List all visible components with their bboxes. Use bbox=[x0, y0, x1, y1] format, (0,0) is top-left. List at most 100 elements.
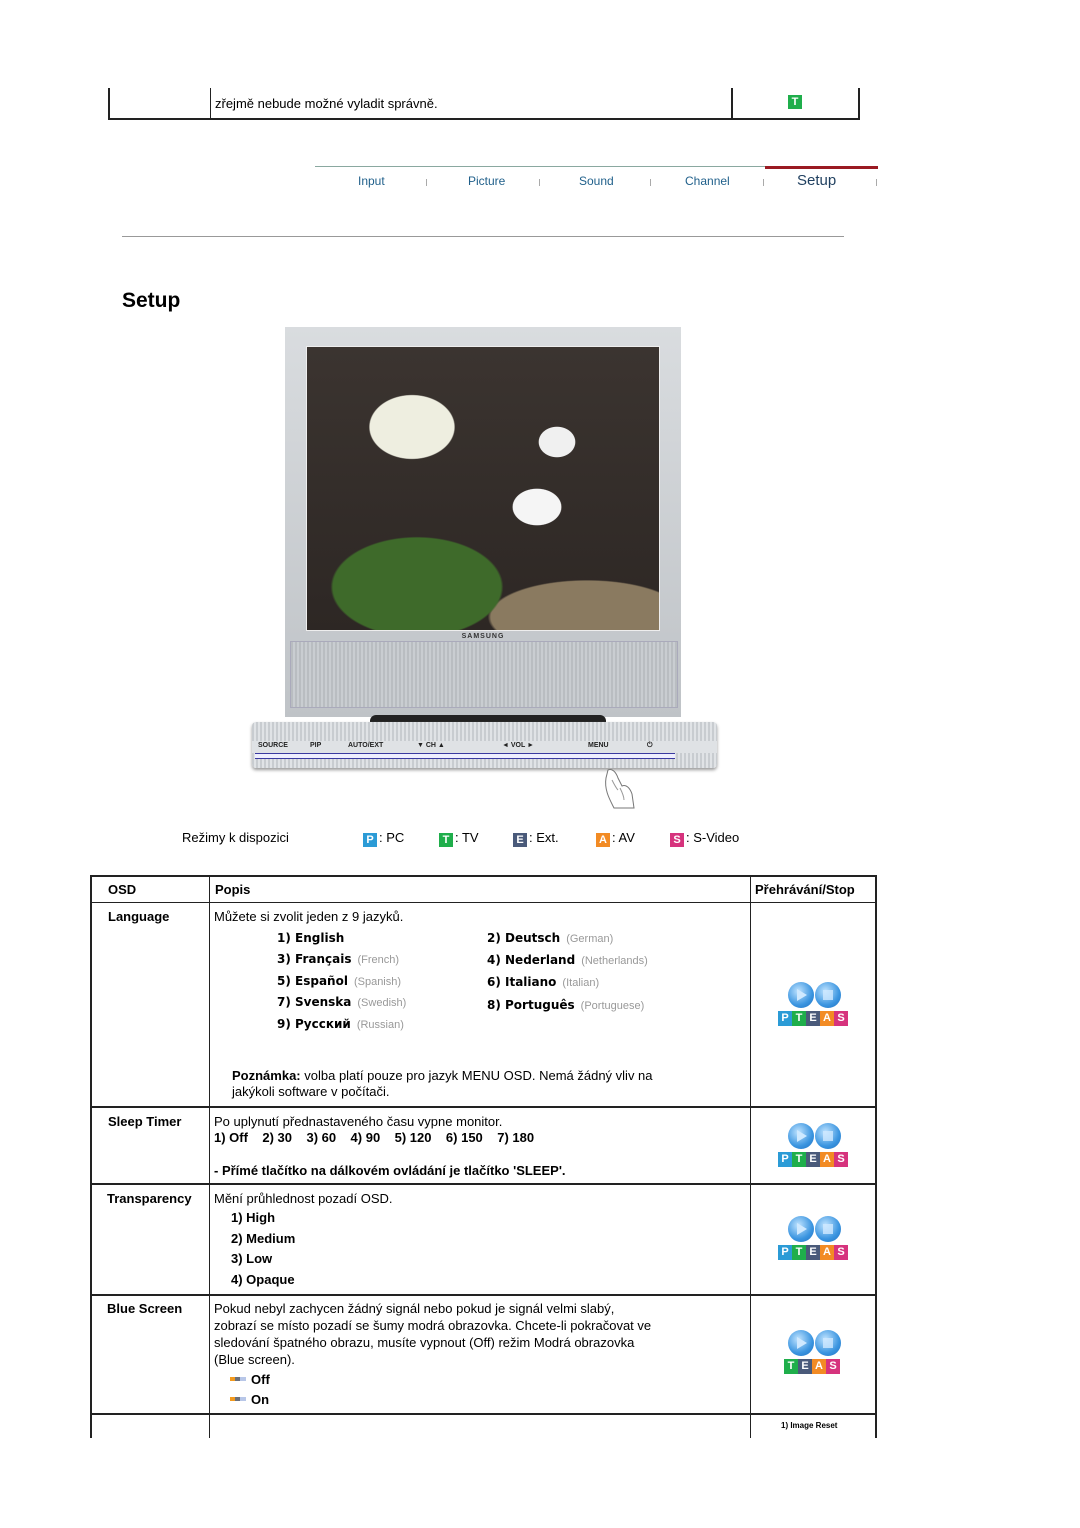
blue-screen-desc: (Blue screen). bbox=[214, 1352, 295, 1367]
header-osd: OSD bbox=[108, 882, 137, 897]
language-option: 5) Español (Spanish) bbox=[277, 974, 402, 988]
tab-picture[interactable]: Picture bbox=[468, 174, 505, 188]
language-note: Poznámka: volba platí pouze pro jazyk ME… bbox=[232, 1068, 653, 1083]
sleep-timer-options: 1) Off 2) 30 3) 60 4) 90 5) 120 6) 150 7… bbox=[214, 1130, 535, 1145]
previous-table-row: zřejmě nebude možné vyladit správně. T bbox=[108, 88, 860, 120]
transparency-option: 1) High bbox=[231, 1210, 276, 1225]
stop-icon[interactable] bbox=[815, 1123, 841, 1149]
pc-mode-icon: P bbox=[778, 1011, 792, 1026]
transparency-option: 3) Low bbox=[231, 1251, 273, 1266]
play-stop-pteas[interactable]: P T E A S bbox=[778, 1216, 850, 1266]
mode-av: A: AV bbox=[596, 830, 635, 847]
play-icon[interactable] bbox=[788, 1330, 814, 1356]
mode-tv: T: TV bbox=[439, 830, 479, 847]
language-option: 9) Русский (Russian) bbox=[277, 1017, 404, 1031]
stop-icon[interactable] bbox=[815, 1330, 841, 1356]
svideo-mode-icon: S bbox=[834, 1011, 848, 1026]
osd-sleep-timer: Sleep Timer bbox=[108, 1114, 182, 1129]
control-panel-image: SOURCE PIP AUTO/EXT ▼ CH ▲ ◄ VOL ► MENU … bbox=[252, 722, 717, 768]
panel-label-pip: PIP bbox=[310, 742, 322, 749]
play-icon[interactable] bbox=[788, 982, 814, 1008]
av-mode-icon: A bbox=[820, 1011, 834, 1026]
svideo-mode-icon: S bbox=[670, 833, 684, 847]
nav-top-line bbox=[315, 166, 765, 167]
transparency-option: 2) Medium bbox=[231, 1231, 296, 1246]
speaker-grille bbox=[290, 641, 678, 708]
pc-mode-icon: P bbox=[363, 833, 377, 847]
stop-icon[interactable] bbox=[815, 982, 841, 1008]
divider bbox=[122, 236, 844, 237]
panel-label-auto-ext: AUTO/EXT bbox=[348, 742, 384, 749]
header-play-stop: Přehrávání/Stop bbox=[755, 882, 855, 897]
tab-channel[interactable]: Channel bbox=[685, 174, 730, 188]
bullet-icon bbox=[230, 1397, 246, 1401]
monitor-image: SAMSUNG bbox=[285, 327, 681, 717]
image-reset-footnote: 1) Image Reset bbox=[781, 1421, 838, 1430]
brand-logo: SAMSUNG bbox=[461, 633, 505, 640]
sleep-timer-hint: - Přímé tlačítko na dálkovém ovládání je… bbox=[214, 1163, 566, 1178]
nav-active-indicator bbox=[765, 166, 878, 169]
power-icon: ⏻ bbox=[647, 742, 653, 749]
stop-icon[interactable] bbox=[815, 1216, 841, 1242]
svideo-mode-icon: S bbox=[834, 1152, 848, 1167]
tab-sound[interactable]: Sound bbox=[579, 174, 614, 188]
ext-mode-icon: E bbox=[806, 1245, 820, 1260]
nav-separator bbox=[763, 179, 764, 186]
previous-modes-cell: T bbox=[733, 88, 856, 118]
play-stop-pteas[interactable]: P T E A S bbox=[778, 1123, 850, 1173]
nav-separator bbox=[539, 179, 540, 186]
nav-separator bbox=[876, 179, 877, 186]
blue-screen-desc: sledování špatného obrazu, musíte vypnou… bbox=[214, 1335, 635, 1350]
mode-pc: P: PC bbox=[363, 830, 404, 847]
language-option: 7) Svenska (Swedish) bbox=[277, 995, 407, 1009]
modes-label: Režimy k dispozici bbox=[182, 830, 289, 845]
play-icon[interactable] bbox=[788, 1216, 814, 1242]
nav-separator bbox=[426, 179, 427, 186]
tab-setup[interactable]: Setup bbox=[797, 172, 836, 189]
osd-transparency: Transparency bbox=[107, 1191, 192, 1206]
pc-mode-icon: P bbox=[778, 1245, 792, 1260]
header-popis: Popis bbox=[215, 882, 251, 897]
tv-mode-icon: T bbox=[439, 833, 453, 847]
transparency-option: 4) Opaque bbox=[231, 1272, 295, 1287]
tv-mode-icon: T bbox=[788, 95, 802, 109]
av-mode-icon: A bbox=[812, 1359, 826, 1374]
language-option: 4) Nederland (Netherlands) bbox=[487, 953, 648, 967]
ext-mode-icon: E bbox=[806, 1152, 820, 1167]
panel-button-strip bbox=[255, 753, 675, 759]
osd-blue-screen: Blue Screen bbox=[107, 1301, 183, 1316]
tab-input[interactable]: Input bbox=[358, 174, 385, 188]
sleep-timer-desc: Po uplynutí přednastaveného času vypne m… bbox=[214, 1114, 503, 1129]
language-option: 3) Français (French) bbox=[277, 952, 400, 966]
ext-mode-icon: E bbox=[806, 1011, 820, 1026]
panel-label-source: SOURCE bbox=[258, 742, 288, 749]
pc-mode-icon: P bbox=[778, 1152, 792, 1167]
play-icon[interactable] bbox=[788, 1123, 814, 1149]
mode-ext: E: Ext. bbox=[513, 830, 559, 847]
transparency-desc: Mění průhlednost pozadí OSD. bbox=[214, 1191, 393, 1206]
blue-screen-option: Off bbox=[230, 1372, 270, 1387]
tv-mode-icon: T bbox=[792, 1152, 806, 1167]
av-mode-icon: A bbox=[596, 833, 610, 847]
tv-mode-icon: T bbox=[792, 1011, 806, 1026]
ext-mode-icon: E bbox=[798, 1359, 812, 1374]
nav-separator bbox=[650, 179, 651, 186]
play-stop-pteas[interactable]: P T E A S bbox=[778, 982, 850, 1032]
section-nav: Input Picture Sound Channel Setup bbox=[315, 166, 878, 196]
play-stop-teas[interactable]: T E A S bbox=[778, 1330, 850, 1380]
tv-mode-icon: T bbox=[784, 1359, 798, 1374]
language-option: 8) Português (Portuguese) bbox=[487, 998, 645, 1012]
svideo-mode-icon: S bbox=[834, 1245, 848, 1260]
language-desc: Můžete si zvolit jeden z 9 jazyků. bbox=[214, 909, 404, 924]
svideo-mode-icon: S bbox=[826, 1359, 840, 1374]
blue-screen-desc: Pokud nebyl zachycen žádný signál nebo p… bbox=[214, 1301, 615, 1316]
panel-label-ch: ▼ CH ▲ bbox=[417, 742, 445, 749]
av-mode-icon: A bbox=[820, 1245, 834, 1260]
blue-screen-desc: zobrazí se místo pozadí se šumy modrá ob… bbox=[214, 1318, 652, 1333]
monitor-screen-photo bbox=[306, 346, 660, 631]
blue-screen-option: On bbox=[230, 1392, 269, 1407]
language-option: 6) Italiano (Italian) bbox=[487, 975, 600, 989]
page-title: Setup bbox=[122, 289, 181, 312]
language-option: 2) Deutsch (German) bbox=[487, 931, 614, 945]
panel-label-menu: MENU bbox=[588, 742, 609, 749]
